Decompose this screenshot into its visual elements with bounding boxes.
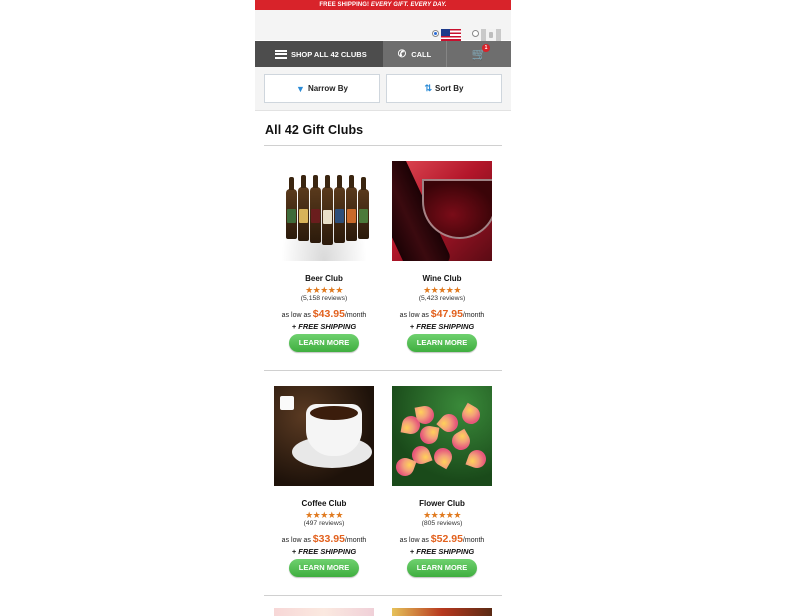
price-line: as low as $43.95/month	[269, 308, 379, 320]
star-rating-icon: ★★★★★	[305, 285, 343, 295]
star-rating-icon: ★★★★★	[423, 285, 461, 295]
product-card-wine: Wine Club ★★★★★ (5,423 reviews) as low a…	[387, 161, 497, 352]
sort-by-label: Sort By	[435, 84, 464, 93]
main-nav: SHOP ALL 42 CLUBS ✆ CALL 🛒 1	[255, 41, 511, 67]
filter-icon: ▼	[296, 83, 305, 94]
canada-radio[interactable]	[472, 30, 479, 37]
product-card-coffee: Coffee Club ★★★★★ (497 reviews) as low a…	[269, 386, 379, 577]
call-label: CALL	[411, 49, 432, 59]
free-shipping-text: + FREE SHIPPING	[409, 547, 475, 556]
page-title: All 42 Gift Clubs	[265, 123, 364, 137]
divider	[264, 145, 502, 146]
price-amount: $52.95	[430, 533, 463, 545]
us-flag-icon[interactable]	[441, 29, 461, 41]
narrow-by-label: Narrow By	[307, 84, 348, 93]
sort-icon: ⇅	[424, 83, 433, 93]
flower-club-image[interactable]	[392, 386, 492, 486]
free-shipping-text: + FREE SHIPPING	[291, 547, 357, 556]
product-name[interactable]: Flower Club	[387, 499, 497, 508]
price-line: as low as $33.95/month	[269, 533, 379, 545]
price-prefix: as low as	[399, 537, 431, 544]
filter-bar: ▼ Narrow By ⇅ Sort By	[255, 67, 511, 111]
beer-club-image[interactable]	[274, 161, 374, 261]
promo-bold: FREE SHIPPING!	[319, 2, 370, 8]
review-count[interactable]: (805 reviews)	[387, 520, 497, 527]
price-suffix: /month	[344, 537, 367, 544]
coffee-club-image[interactable]	[274, 386, 374, 486]
learn-more-button[interactable]: LEARN MORE	[289, 559, 359, 577]
hamburger-icon	[275, 49, 287, 59]
review-count[interactable]: (5,158 reviews)	[269, 295, 379, 302]
price-amount: $47.95	[430, 308, 463, 320]
learn-more-button[interactable]: LEARN MORE	[289, 334, 359, 352]
star-rating-icon: ★★★★★	[423, 510, 461, 520]
wine-club-image[interactable]	[392, 161, 492, 261]
canada-flag-icon[interactable]	[481, 29, 501, 41]
shop-all-button[interactable]: SHOP ALL 42 CLUBS	[255, 41, 383, 67]
sort-by-button[interactable]: ⇅ Sort By	[386, 74, 502, 103]
promo-text: EVERY GIFT. EVERY DAY.	[369, 2, 447, 8]
review-count[interactable]: (497 reviews)	[269, 520, 379, 527]
price-suffix: /month	[344, 312, 367, 319]
review-count[interactable]: (5,423 reviews)	[387, 295, 497, 302]
price-line: as low as $47.95/month	[387, 308, 497, 320]
price-amount: $33.95	[312, 533, 345, 545]
promo-banner[interactable]: FREE SHIPPING! EVERY GIFT. EVERY DAY.	[255, 0, 511, 10]
shop-all-label: SHOP ALL 42 CLUBS	[291, 49, 367, 59]
star-rating-icon: ★★★★★	[305, 510, 343, 520]
price-suffix: /month	[462, 537, 485, 544]
product-card-beer: Beer Club ★★★★★ (5,158 reviews) as low a…	[269, 161, 379, 352]
price-line: as low as $52.95/month	[387, 533, 497, 545]
next-product-image[interactable]	[392, 608, 492, 616]
us-radio[interactable]	[432, 30, 439, 37]
price-suffix: /month	[462, 312, 485, 319]
divider	[264, 370, 502, 371]
product-card-flower: Flower Club ★★★★★ (805 reviews) as low a…	[387, 386, 497, 577]
call-button[interactable]: ✆ CALL	[383, 41, 447, 67]
free-shipping-text: + FREE SHIPPING	[409, 322, 475, 331]
price-prefix: as low as	[399, 312, 431, 319]
narrow-by-button[interactable]: ▼ Narrow By	[264, 74, 380, 103]
product-name[interactable]: Coffee Club	[269, 499, 379, 508]
next-product-image[interactable]	[274, 608, 374, 616]
phone-icon: ✆	[397, 48, 407, 60]
price-amount: $43.95	[312, 308, 345, 320]
mobile-page: FREE SHIPPING! EVERY GIFT. EVERY DAY. SH…	[255, 0, 511, 616]
product-name[interactable]: Beer Club	[269, 274, 379, 283]
learn-more-button[interactable]: LEARN MORE	[407, 334, 477, 352]
learn-more-button[interactable]: LEARN MORE	[407, 559, 477, 577]
cart-button[interactable]: 🛒 1	[447, 41, 511, 67]
price-prefix: as low as	[281, 312, 313, 319]
free-shipping-text: + FREE SHIPPING	[291, 322, 357, 331]
product-name[interactable]: Wine Club	[387, 274, 497, 283]
price-prefix: as low as	[281, 537, 313, 544]
country-selector	[255, 10, 511, 41]
divider	[264, 595, 502, 596]
cart-count-badge: 1	[482, 44, 490, 52]
